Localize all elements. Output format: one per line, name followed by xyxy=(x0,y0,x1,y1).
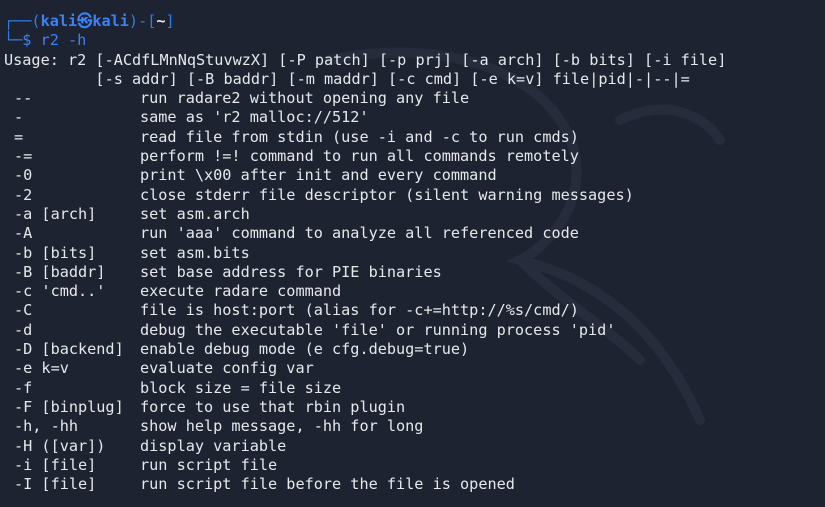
option-row: -h, -hh show help message, -hh for long xyxy=(4,417,825,436)
option-flag: -d xyxy=(14,320,33,339)
option-flag: -A xyxy=(14,224,33,243)
option-flag: -a [arch] xyxy=(14,204,97,223)
option-description: print \x00 after init and every command xyxy=(140,166,497,185)
option-description: block size = file size xyxy=(140,378,342,397)
option-description: run script file xyxy=(140,455,278,474)
option-description: set asm.bits xyxy=(140,243,250,262)
option-row: -c 'cmd..' execute radare command xyxy=(4,282,825,301)
option-flag: -0 xyxy=(14,166,33,185)
usage-line-1: Usage: r2 [-ACdfLMnNqStuvwzX] [-P patch]… xyxy=(4,50,727,69)
option-row: -e k=v evaluate config var xyxy=(4,359,825,378)
option-description: evaluate config var xyxy=(140,359,314,378)
option-row: -d debug the executable 'file' or running… xyxy=(4,321,825,340)
option-row: -i [file] run script file xyxy=(4,456,825,475)
option-flag: -= xyxy=(14,147,33,166)
option-row: -A run 'aaa' command to analyze all refer… xyxy=(4,224,825,243)
option-description: close stderr file descriptor (silent war… xyxy=(140,185,634,204)
option-flag: -F [binplug] xyxy=(14,397,124,416)
option-row: -f block size = file size xyxy=(4,379,825,398)
option-row: - same as 'r2 malloc://512' xyxy=(4,108,825,127)
option-row: -C file is host:port (alias for -c+=http:… xyxy=(4,301,825,320)
option-flag: = xyxy=(14,127,24,146)
options-list: -- run radare2 without opening any file - s… xyxy=(4,89,825,494)
option-flag: -b [bits] xyxy=(14,243,97,262)
option-row: -a [arch] set asm.arch xyxy=(4,205,825,224)
option-description: run 'aaa' command to analyze all referen… xyxy=(140,224,579,243)
prompt-cwd-end: ] xyxy=(165,12,175,30)
option-description: file is host:port (alias for -c+=http://… xyxy=(140,301,579,320)
option-row: -0 print \x00 after init and every comman… xyxy=(4,166,825,185)
option-flag: -I [file] xyxy=(14,475,97,494)
option-flag: -D [backend] xyxy=(14,340,124,359)
option-flag: -2 xyxy=(14,185,33,204)
prompt-dollar: $ xyxy=(22,31,32,50)
option-row: -= perform !=! command to run all command… xyxy=(4,147,825,166)
prompt-line-2: └─$ r2 -h xyxy=(4,31,825,50)
option-row: -- run radare2 without opening any file xyxy=(4,89,825,108)
usage-line-2: [-s addr] [-B baddr] [-m maddr] [-c cmd]… xyxy=(4,69,690,88)
option-description: run radare2 without opening any file xyxy=(140,89,470,108)
option-flag: -c 'cmd..' xyxy=(14,282,106,301)
terminal-output: ┌──(kali㉿kali)-[~] └─$ r2 -h Usage: r2 [… xyxy=(4,12,825,494)
prompt-cwd: ~ xyxy=(156,12,166,30)
option-description: run script file before the file is opene… xyxy=(140,475,515,494)
option-description: same as 'r2 malloc://512' xyxy=(140,108,369,127)
option-row: -b [bits] set asm.bits xyxy=(4,244,825,263)
option-description: set base address for PIE binaries xyxy=(140,262,442,281)
option-row: -F [binplug] force to use that rbin plugi… xyxy=(4,398,825,417)
option-description: execute radare command xyxy=(140,282,342,301)
prompt-line-1: ┌──(kali㉿kali)-[~] xyxy=(4,12,825,31)
option-row: -B [baddr] set base address for PIE binar… xyxy=(4,263,825,282)
option-flag: -i [file] xyxy=(14,455,97,474)
option-description: read file from stdin (use -i and -c to r… xyxy=(140,127,579,146)
option-row: = read file from stdin (use -i and -c to … xyxy=(4,128,825,147)
prompt-corner-top: ┌──( xyxy=(4,12,41,30)
option-flag: -B [baddr] xyxy=(14,262,106,281)
option-description: set asm.arch xyxy=(140,204,250,223)
option-row: -D [backend] enable debug mode (e cfg.deb… xyxy=(4,340,825,359)
option-flag: -h, -hh xyxy=(14,417,79,436)
option-row: -I [file] run script file before the file… xyxy=(4,475,825,494)
option-description: force to use that rbin plugin xyxy=(140,397,406,416)
option-description: enable debug mode (e cfg.debug=true) xyxy=(140,340,470,359)
command-text: r2 -h xyxy=(40,31,87,50)
option-description: show help message, -hh for long xyxy=(140,417,424,436)
option-description: debug the executable 'file' or running p… xyxy=(140,320,616,339)
option-row: -2 close stderr file descriptor (silent w… xyxy=(4,186,825,205)
option-flag: - xyxy=(14,108,24,127)
option-flag: -C xyxy=(14,301,33,320)
option-description: display variable xyxy=(140,436,287,455)
option-flag: -f xyxy=(14,378,33,397)
option-description: perform !=! command to run all commands … xyxy=(140,147,579,166)
option-row: -H ([var]) display variable xyxy=(4,437,825,456)
option-flag: -e k=v xyxy=(14,359,69,378)
prompt-corner-bottom: └─ xyxy=(4,31,23,50)
prompt-separator: )-[ xyxy=(128,12,157,30)
terminal-window[interactable]: ┌──(kali㉿kali)-[~] └─$ r2 -h Usage: r2 [… xyxy=(0,0,825,507)
option-flag: -H ([var]) xyxy=(14,436,106,455)
prompt-user-host: kali㉿kali xyxy=(40,12,129,30)
option-flag: -- xyxy=(14,89,33,108)
